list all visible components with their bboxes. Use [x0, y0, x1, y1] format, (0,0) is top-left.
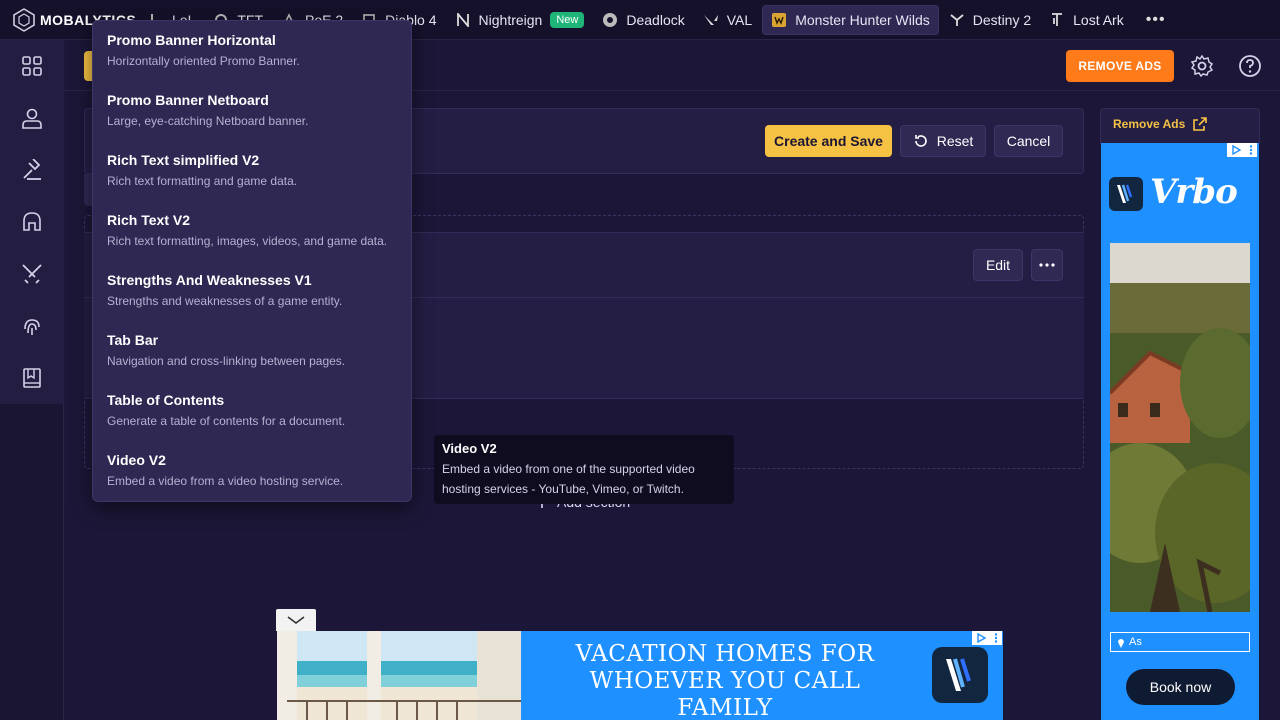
menu-item-title: Strengths And Weaknesses V1: [107, 272, 312, 288]
menu-item-title: Promo Banner Horizontal: [107, 32, 276, 48]
hammer-icon[interactable]: [20, 158, 44, 182]
reset-label: Reset: [936, 133, 974, 149]
video-v2-tooltip: Video V2 Embed a video from one of the s…: [434, 435, 734, 504]
mobalytics-logo-icon: [13, 7, 35, 32]
beach-balcony-photo: [277, 631, 521, 720]
more-games-icon[interactable]: •••: [1146, 11, 1166, 29]
ad-menu-icon[interactable]: [990, 631, 1002, 645]
menu-item-title: Rich Text simplified V2: [107, 152, 260, 168]
banner-headline-line-2: WHOEVER YOU CALL: [589, 668, 861, 694]
tooltip-description-line-2: hosting services - YouTube, Vimeo, or Tw…: [442, 482, 684, 496]
more-options-icon[interactable]: [1031, 249, 1063, 281]
sidebar-remove-ads-label: Remove Ads: [1113, 117, 1186, 131]
nav-item-label: Deadlock: [626, 11, 685, 28]
nav-item-monster-hunter[interactable]: Monster Hunter Wilds: [762, 4, 939, 35]
vrbo-logo-icon: [932, 647, 988, 703]
banner-headline: VACATION HOMES FOR WHOEVER YOU CALL FAMI…: [545, 641, 905, 720]
help-icon[interactable]: [1238, 54, 1262, 78]
vrbo-logo-icon: [1109, 177, 1143, 211]
reset-icon: [914, 135, 927, 147]
menu-item-strengths-weaknesses[interactable]: Strengths And Weaknesses V1 Strengths an…: [93, 261, 411, 321]
menu-item-rich-text-simplified[interactable]: Rich Text simplified V2 Rich text format…: [93, 141, 411, 201]
menu-item-description: Navigation and cross-linking between pag…: [107, 354, 346, 368]
nav-item-label: Monster Hunter Wilds: [795, 11, 930, 28]
vrbo-wordmark: Vrbo: [1150, 172, 1238, 212]
villa-photo: [1110, 243, 1250, 612]
cancel-button[interactable]: Cancel: [994, 125, 1063, 157]
destination-placeholder: As: [1129, 636, 1142, 648]
nav-item-nightreign[interactable]: Nightreign New: [447, 5, 593, 35]
nav-item-label: Lost Ark: [1073, 11, 1124, 28]
nav-item-lost-ark[interactable]: Lost Ark: [1041, 5, 1132, 35]
menu-item-description: Horizontally oriented Promo Banner.: [107, 54, 300, 68]
menu-item-title: Promo Banner Netboard: [107, 92, 269, 108]
ad-choices-icon[interactable]: [1227, 143, 1245, 157]
valorant-icon: [703, 12, 719, 28]
lost-ark-icon: [1049, 12, 1065, 28]
book-now-button[interactable]: Book now: [1126, 669, 1235, 705]
menu-item-description: Strengths and weaknesses of a game entit…: [107, 294, 343, 308]
left-rail: [0, 40, 64, 720]
menu-item-title: Video V2: [107, 452, 166, 468]
external-link-icon: [1193, 117, 1208, 131]
menu-item-tab-bar[interactable]: Tab Bar Navigation and cross-linking bet…: [93, 321, 411, 381]
profile-icon[interactable]: [20, 106, 44, 130]
banner-headline-line-1: VACATION HOMES FOR: [575, 641, 875, 667]
bottom-banner-ad[interactable]: VACATION HOMES FOR WHOEVER YOU CALL FAMI…: [277, 631, 1003, 720]
gear-icon[interactable]: [1190, 54, 1214, 78]
destination-input[interactable]: As: [1110, 632, 1250, 652]
menu-item-description: Rich text formatting and game data.: [107, 174, 298, 188]
tooltip-description-line-1: Embed a video from one of the supported …: [442, 462, 695, 476]
nav-item-destiny[interactable]: Destiny 2: [941, 5, 1039, 35]
edit-button[interactable]: Edit: [973, 249, 1023, 281]
menu-item-title: Table of Contents: [107, 392, 225, 408]
menu-item-description: Large, eye-catching Netboard banner.: [107, 114, 309, 128]
nav-item-val[interactable]: VAL: [695, 5, 760, 35]
new-badge: New: [550, 11, 585, 28]
component-picker-menu: Promo Banner Horizontal Horizontally ori…: [92, 20, 412, 502]
helmet-icon[interactable]: [20, 210, 44, 234]
menu-item-table-of-contents[interactable]: Table of Contents Generate a table of co…: [93, 381, 411, 441]
tooltip-title: Video V2: [442, 441, 497, 456]
destiny-icon: [949, 12, 965, 28]
apps-grid-icon[interactable]: [20, 54, 44, 78]
ad-choices-icon[interactable]: [972, 631, 990, 645]
book-icon[interactable]: [20, 366, 44, 390]
menu-item-description: Generate a table of contents for a docum…: [107, 414, 346, 428]
ad-menu-icon[interactable]: [1245, 143, 1257, 157]
nav-item-label: VAL: [726, 11, 753, 28]
menu-item-promo-banner-horizontal[interactable]: Promo Banner Horizontal Horizontally ori…: [93, 21, 411, 81]
nightreign-icon: [455, 12, 471, 28]
menu-item-title: Tab Bar: [107, 332, 159, 348]
menu-item-title: Rich Text V2: [107, 212, 190, 228]
collapse-ad-tab[interactable]: [276, 609, 316, 631]
menu-item-video-v2[interactable]: Video V2 Embed a video from a video host…: [93, 441, 411, 501]
nav-item-deadlock[interactable]: Deadlock: [594, 5, 692, 35]
nav-item-label: Destiny 2: [972, 11, 1032, 28]
create-and-save-button[interactable]: Create and Save: [765, 125, 892, 157]
chevron-down-icon: [287, 616, 305, 624]
banner-headline-line-3: FAMILY: [677, 695, 773, 720]
menu-item-promo-banner-netboard[interactable]: Promo Banner Netboard Large, eye-catchin…: [93, 81, 411, 141]
menu-item-description: Rich text formatting, images, videos, an…: [107, 234, 388, 248]
fingerprint-icon[interactable]: [20, 314, 44, 338]
monster-hunter-icon: [771, 12, 787, 28]
menu-item-description: Embed a video from a video hosting servi…: [107, 474, 344, 488]
remove-ads-button[interactable]: REMOVE ADS: [1066, 50, 1174, 82]
deadlock-icon: [602, 12, 618, 28]
reset-button[interactable]: Reset: [900, 125, 986, 157]
sidebar-remove-ads-link[interactable]: Remove Ads: [1113, 117, 1208, 131]
menu-item-rich-text-v2[interactable]: Rich Text V2 Rich text formatting, image…: [93, 201, 411, 261]
nav-item-label: Nightreign: [478, 11, 543, 28]
location-pin-icon: [1118, 638, 1124, 648]
crossed-swords-icon[interactable]: [20, 262, 44, 286]
